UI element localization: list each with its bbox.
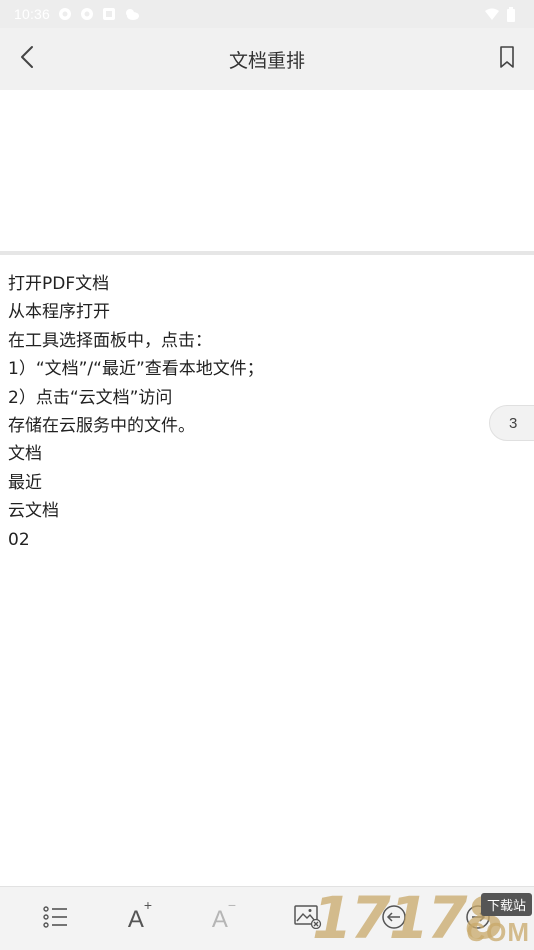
page-divider: [0, 251, 534, 255]
text-line: 从本程序打开: [8, 302, 110, 323]
bookmark-button[interactable]: [494, 44, 520, 74]
text-line: 打开PDF文档: [8, 274, 110, 294]
text-line: 云文档: [8, 501, 59, 522]
text-line: 2）点击“云文档”访问: [8, 387, 173, 408]
next-arrow-icon: [465, 904, 491, 934]
text-line: 02: [8, 529, 30, 550]
previous-arrow-icon: [381, 904, 407, 934]
page-number: 3: [509, 414, 518, 432]
text-line: 在工具选择面板中，点击：: [8, 330, 212, 351]
font-increase-sup: +: [143, 896, 153, 913]
text-line: 1）“文档”/“最近”查看本地文件；: [8, 359, 264, 380]
font-decrease-button[interactable]: A−: [206, 897, 242, 937]
text-line: 最近: [8, 472, 42, 493]
font-increase-glyph: A: [127, 905, 144, 933]
page-blank-area: [0, 90, 534, 252]
font-increase-icon: A+: [127, 897, 152, 934]
outline-list-button[interactable]: [38, 901, 74, 937]
list-icon: [43, 906, 69, 932]
bottom-toolbar: A+ A−: [0, 886, 534, 950]
font-increase-button[interactable]: A+: [122, 897, 158, 937]
next-page-button[interactable]: [460, 901, 496, 937]
status-time: 10:36: [14, 6, 51, 22]
battery-icon: [506, 7, 520, 22]
weather-icon: [124, 7, 140, 21]
reflow-content: 打开PDF文档 从本程序打开 在工具选择面板中，点击： 1）“文档”/“最近”查…: [8, 270, 478, 554]
page-title: 文档重排: [228, 49, 305, 72]
status-right: [484, 7, 520, 22]
notification-icon: [80, 7, 94, 21]
wifi-icon: [484, 7, 499, 21]
previous-page-button[interactable]: [376, 901, 412, 937]
font-decrease-sup: −: [227, 896, 237, 913]
app-bar: 文档重排: [0, 28, 534, 90]
text-line: 文档: [8, 444, 42, 465]
status-left: 10:36: [14, 6, 140, 22]
app-icon: [102, 7, 116, 21]
chevron-left-icon: [20, 45, 34, 73]
back-button[interactable]: [14, 44, 40, 74]
notification-icon: [58, 7, 72, 21]
status-bar: 10:36: [0, 0, 534, 28]
text-line: 存储在云服务中的文件。: [8, 416, 195, 437]
font-decrease-icon: A−: [211, 897, 236, 934]
image-off-icon: [294, 905, 322, 933]
bookmark-icon: [499, 46, 515, 72]
font-decrease-glyph: A: [211, 905, 228, 933]
page-number-badge[interactable]: 3: [489, 405, 534, 441]
image-toggle-button[interactable]: [290, 901, 326, 937]
